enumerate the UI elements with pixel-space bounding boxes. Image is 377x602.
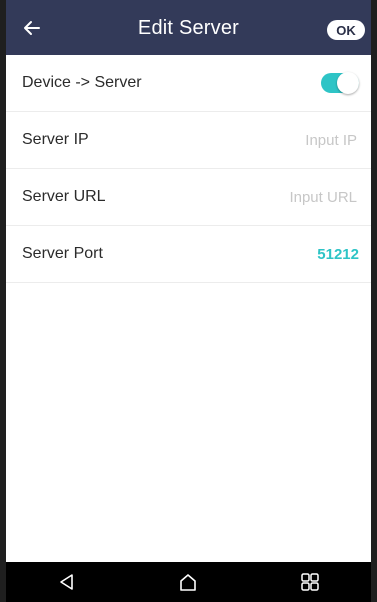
ok-button[interactable]: OK [327, 20, 365, 40]
server-port-label: Server Port [22, 245, 103, 262]
recent-apps-icon [301, 573, 319, 591]
device-to-server-row: Device -> Server [6, 55, 371, 112]
toggle-knob [337, 72, 359, 94]
top-bar: Edit Server OK [6, 0, 371, 55]
page-title: Edit Server [137, 17, 240, 39]
empty-content-area [6, 283, 371, 560]
device-to-server-label: Device -> Server [22, 74, 142, 91]
server-ip-input[interactable] [235, 130, 359, 150]
server-ip-row: Server IP [6, 112, 371, 169]
server-ip-label: Server IP [22, 131, 89, 148]
home-icon [180, 574, 197, 591]
server-port-row[interactable]: Server Port 51212 [6, 226, 371, 283]
server-port-value[interactable]: 51212 [317, 246, 359, 263]
server-url-label: Server URL [22, 188, 106, 205]
nav-back-button[interactable] [47, 566, 87, 598]
system-nav-bar [6, 562, 371, 602]
back-triangle-icon [60, 574, 73, 590]
nav-home-button[interactable] [168, 566, 208, 598]
device-to-server-toggle[interactable] [321, 72, 359, 94]
server-url-input[interactable] [235, 187, 359, 207]
server-url-row: Server URL [6, 169, 371, 226]
nav-recent-apps-button[interactable] [290, 566, 330, 598]
app-frame: Edit Server OK Device -> Server Server I… [0, 0, 377, 602]
